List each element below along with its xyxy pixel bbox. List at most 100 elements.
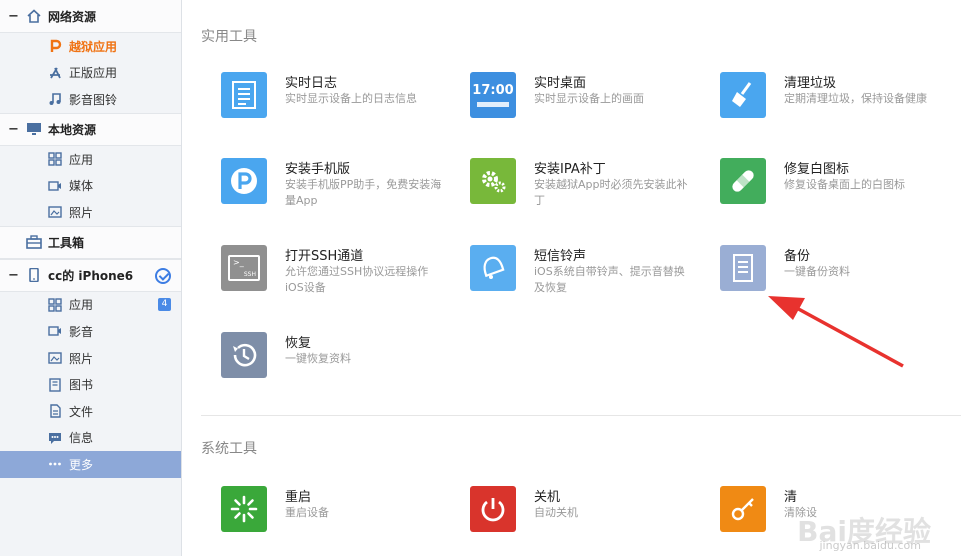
tool-desc: 允许您通过SSH协议远程操作iOS设备 — [285, 265, 429, 294]
collapse-icon[interactable]: − — [8, 268, 19, 283]
sidebar-item-device-messages[interactable]: 信息 — [0, 425, 181, 452]
file-icon — [48, 404, 62, 418]
tool-clean-junk[interactable]: 清理垃圾 定期清理垃圾，保持设备健康 — [720, 72, 960, 132]
desktop-clock-icon: 17:00 — [470, 72, 516, 118]
appstore-icon — [48, 66, 62, 80]
power-icon — [470, 486, 516, 532]
tool-desc: 安装越狱App时必须先安装此补丁 — [534, 178, 688, 207]
tool-realtime-log[interactable]: 实时日志 实时显示设备上的日志信息 — [221, 72, 461, 132]
app-window: − 网络资源 越狱应用 正版应用 影音图铃 − 本地资源 应用 媒体 照片 工具… — [0, 0, 971, 556]
broom-icon — [720, 72, 766, 118]
restore-clock-icon — [221, 332, 267, 378]
tool-name: 关机 — [534, 490, 561, 505]
sidebar-item-jailbreak-apps[interactable]: 越狱应用 — [0, 33, 181, 60]
tool-desc: 一键备份资料 — [784, 265, 850, 278]
sidebar-item-device-photos[interactable]: 照片 — [0, 345, 181, 372]
sidebar-section-network[interactable]: − 网络资源 — [0, 0, 181, 33]
clock-text: 17:00 — [472, 83, 514, 98]
phone-icon — [26, 268, 42, 283]
bell-icon — [470, 245, 516, 291]
tool-open-ssh[interactable]: >_ SSH 打开SSH通道 允许您通过SSH协议远程操作iOS设备 — [221, 245, 461, 305]
monitor-icon — [26, 122, 42, 136]
sidebar-item-label: 图书 — [69, 378, 94, 393]
sidebar-item-device-media[interactable]: 影音 — [0, 318, 181, 345]
tool-name: 短信铃声 — [534, 249, 587, 264]
sidebar-item-label: 媒体 — [69, 179, 94, 194]
tool-shutdown[interactable]: 关机 自动关机 — [470, 486, 710, 546]
sidebar-item-device-files[interactable]: 文件 — [0, 398, 181, 425]
tool-install-ipa-patch[interactable]: 安装IPA补丁 安装越狱App时必须先安装此补丁 — [470, 158, 710, 218]
tool-fix-white-icon[interactable]: 修复白图标 修复设备桌面上的白图标 — [720, 158, 960, 218]
collapse-icon[interactable]: − — [8, 9, 19, 24]
gears-icon — [470, 158, 516, 204]
tool-desc: 重启设备 — [285, 506, 329, 519]
sidebar-item-label: 照片 — [69, 351, 94, 366]
tool-name: 安装手机版 — [285, 162, 351, 177]
reboot-spinner-icon — [221, 486, 267, 532]
practical-tools-title: 实用工具 — [201, 29, 257, 45]
pp-logo-icon — [221, 158, 267, 204]
key-icon — [720, 486, 766, 532]
tool-name: 实时日志 — [285, 76, 338, 91]
tool-realtime-desktop[interactable]: 17:00 实时桌面 实时显示设备上的画面 — [470, 72, 710, 132]
tool-desc: 一键恢复资料 — [285, 352, 351, 365]
sidebar-item-label: 越狱应用 — [69, 39, 118, 54]
log-icon — [221, 72, 267, 118]
sidebar-section-device[interactable]: − cc的 iPhone6 — [0, 258, 181, 292]
photo-icon — [48, 351, 62, 365]
sidebar-item-local-apps[interactable]: 应用 — [0, 146, 181, 173]
sidebar-item-label: 影音图铃 — [69, 92, 118, 107]
tool-install-mobile[interactable]: 安装手机版 安装手机版PP助手，免费安装海量App — [221, 158, 461, 218]
main-content: 实用工具 实时日志 实时显示设备上的日志信息 17:00 实时桌面 实时显示设备… — [183, 0, 971, 556]
section-divider — [201, 415, 961, 416]
bandage-icon — [720, 158, 766, 204]
video-icon — [48, 324, 62, 338]
sidebar-item-device-books[interactable]: 图书 — [0, 371, 181, 398]
system-tools-title: 系统工具 — [201, 441, 257, 457]
chat-icon — [48, 431, 62, 445]
backup-doc-icon — [720, 245, 766, 291]
sidebar-item-label: 正版应用 — [69, 66, 118, 81]
sidebar-item-local-photos[interactable]: 照片 — [0, 199, 181, 226]
music-icon — [48, 92, 62, 106]
sidebar-item-label: 信息 — [69, 431, 94, 446]
sidebar-item-media-ringtones[interactable]: 影音图铃 — [0, 86, 181, 113]
sidebar-item-label: 影音 — [69, 324, 94, 339]
tool-name: 打开SSH通道 — [285, 249, 364, 264]
sidebar-item-device-more[interactable]: 更多 — [0, 451, 181, 478]
tool-name: 修复白图标 — [784, 162, 850, 177]
book-icon — [48, 377, 62, 392]
tool-reboot[interactable]: 重启 重启设备 — [221, 486, 461, 546]
tool-name: 重启 — [285, 490, 312, 505]
tool-name: 清 — [784, 490, 798, 505]
tool-name: 安装IPA补丁 — [534, 162, 606, 177]
toolbox-icon — [26, 235, 42, 249]
sidebar-section-local[interactable]: − 本地资源 — [0, 112, 181, 146]
tool-desc: iOS系统自带铃声、提示音替换及恢复 — [534, 265, 685, 294]
tool-desc: 实时显示设备上的日志信息 — [285, 92, 417, 105]
annotation-arrow — [768, 296, 904, 368]
sidebar-item-device-apps[interactable]: 应用 4 — [0, 292, 181, 319]
tool-sms-ringtone[interactable]: 短信铃声 iOS系统自带铃声、提示音替换及恢复 — [470, 245, 710, 305]
tool-desc: 自动关机 — [534, 506, 578, 519]
tool-restore[interactable]: 恢复 一键恢复资料 — [221, 332, 461, 392]
grid-icon — [48, 152, 62, 166]
sidebar-item-label: 照片 — [69, 205, 94, 220]
sidebar-item-label: 应用 — [69, 152, 94, 167]
section-title: 工具箱 — [48, 235, 85, 250]
tool-desc: 修复设备桌面上的白图标 — [784, 178, 905, 191]
tool-name: 恢复 — [285, 336, 312, 351]
section-title: cc的 iPhone6 — [48, 268, 134, 283]
tool-name: 备份 — [784, 249, 811, 264]
sidebar-item-label: 更多 — [69, 457, 94, 472]
sidebar-item-genuine-apps[interactable]: 正版应用 — [0, 60, 181, 87]
sidebar-section-toolbox[interactable]: 工具箱 — [0, 225, 181, 259]
photo-icon — [48, 205, 62, 219]
tool-desc: 安装手机版PP助手，免费安装海量App — [285, 178, 442, 207]
sidebar-item-local-media[interactable]: 媒体 — [0, 172, 181, 199]
terminal-icon: >_ SSH — [221, 245, 267, 291]
collapse-icon[interactable]: − — [8, 122, 19, 137]
ssh-label: SSH — [243, 271, 256, 278]
tool-desc: 实时显示设备上的画面 — [534, 92, 644, 105]
section-title: 本地资源 — [48, 122, 97, 137]
